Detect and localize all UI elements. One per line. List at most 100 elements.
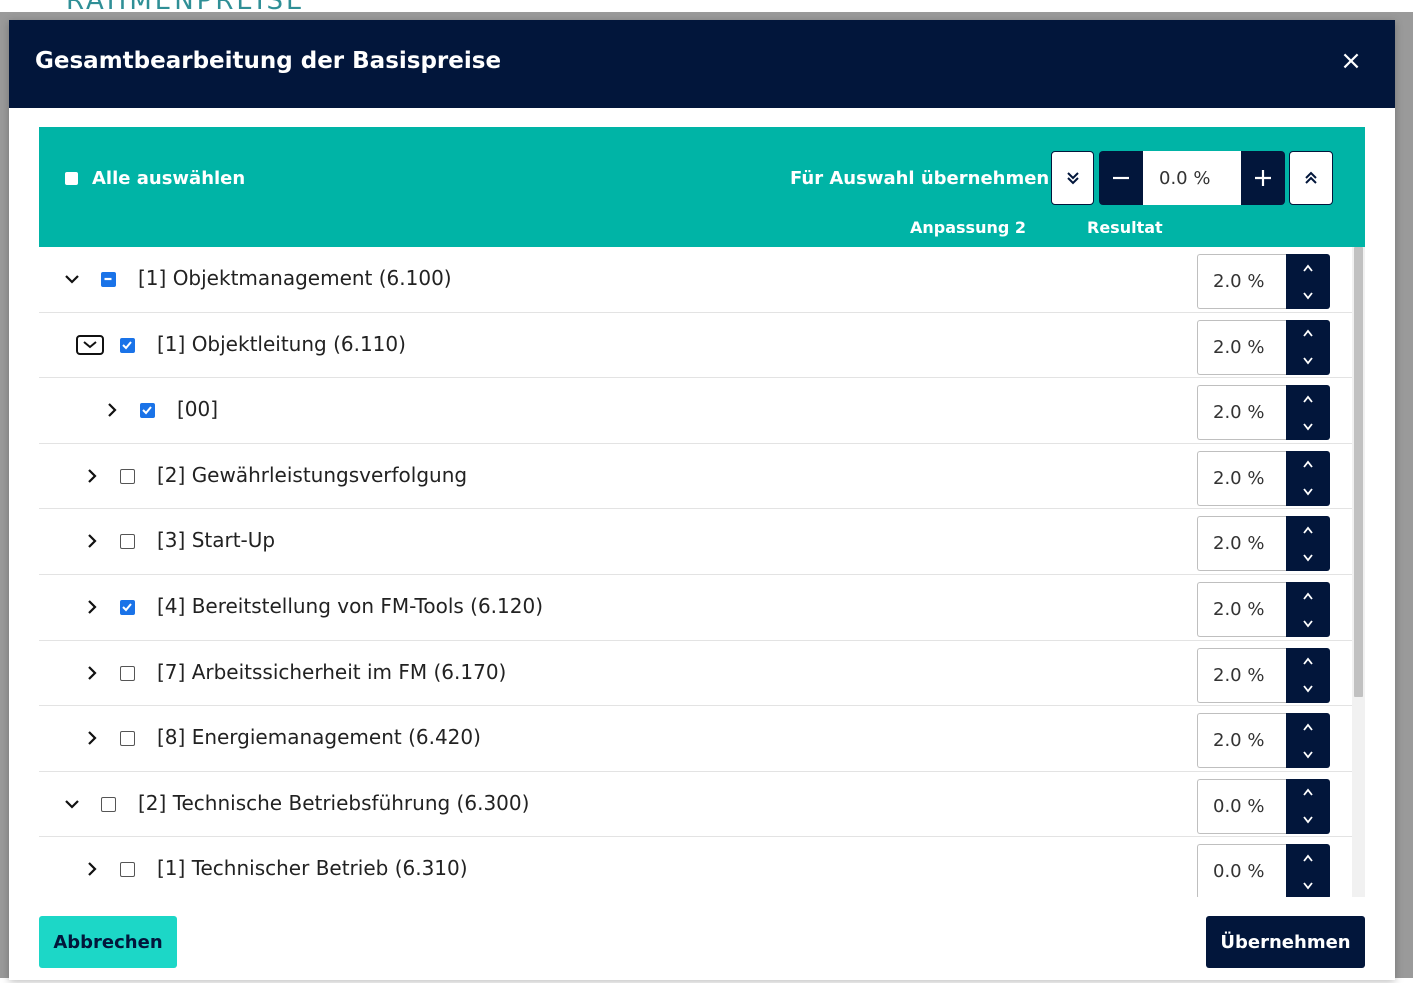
stepper-buttons <box>1286 516 1330 572</box>
chevron-down-boxed-icon[interactable] <box>76 334 104 356</box>
step-down-button[interactable] <box>1286 807 1330 834</box>
step-down-button[interactable] <box>1286 413 1330 440</box>
step-up-button[interactable] <box>1286 648 1330 675</box>
percent-input[interactable]: 2.0 % <box>1197 319 1286 375</box>
step-up-button[interactable] <box>1286 713 1330 740</box>
caret-up-icon <box>1303 460 1313 468</box>
caret-down-icon <box>1303 816 1313 824</box>
scrollbar[interactable] <box>1352 247 1365 897</box>
caret-up-icon <box>1303 395 1313 403</box>
stepper-buttons <box>1286 254 1330 309</box>
modal-title: Gesamtbearbeitung der Basispreise <box>35 48 502 74</box>
caret-up-icon <box>1303 329 1313 337</box>
percent-input[interactable]: 2.0 % <box>1197 254 1286 309</box>
caret-down-icon <box>1303 488 1313 496</box>
step-up-button[interactable] <box>1286 582 1330 609</box>
step-down-button[interactable] <box>1286 479 1330 506</box>
row-checkbox[interactable] <box>120 862 135 878</box>
percent-stepper: 0.0 % <box>1197 844 1330 897</box>
stepper-buttons <box>1286 778 1330 834</box>
percent-input[interactable]: 0.0 % <box>1197 844 1286 897</box>
percent-stepper: 2.0 % <box>1197 385 1330 441</box>
decrease-button[interactable] <box>1099 151 1143 205</box>
chevron-right-icon[interactable] <box>81 727 103 749</box>
bulk-edit-modal: Gesamtbearbeitung der Basispreise × Alle… <box>9 20 1395 980</box>
caret-down-icon <box>1303 619 1313 627</box>
row-label: [1] Technischer Betrieb (6.310) <box>157 856 468 881</box>
caret-down-icon <box>1303 357 1313 365</box>
chevron-right-icon[interactable] <box>81 596 103 618</box>
step-down-button[interactable] <box>1286 544 1330 571</box>
tree-row: [1] Objektleitung (6.110) 2.0 % <box>39 313 1352 379</box>
row-checkbox[interactable] <box>101 796 116 812</box>
step-up-button[interactable] <box>1286 254 1330 281</box>
percent-input[interactable]: 2.0 % <box>1197 647 1286 703</box>
column-header-adjustment: Anpassung 2 <box>910 218 1027 237</box>
row-label: [4] Bereitstellung von FM-Tools (6.120) <box>157 594 544 618</box>
stepper-buttons <box>1286 450 1330 506</box>
bulk-toolbar: Alle auswählen Für Auswahl übernehmen 0.… <box>39 127 1365 247</box>
chevron-down-icon[interactable] <box>61 793 83 815</box>
step-down-button[interactable] <box>1286 282 1330 309</box>
row-label: [1] Objektmanagement (6.100) <box>138 266 452 290</box>
caret-down-icon <box>1303 423 1313 431</box>
percent-input[interactable]: 2.0 % <box>1197 713 1286 769</box>
apply-up-button[interactable] <box>1289 151 1333 205</box>
checkmark-icon <box>122 340 132 350</box>
row-checkbox[interactable] <box>120 665 135 681</box>
increase-button[interactable] <box>1241 151 1285 205</box>
caret-up-icon <box>1303 657 1313 665</box>
chevron-down-icon[interactable] <box>61 268 83 290</box>
percent-stepper: 2.0 % <box>1197 647 1330 703</box>
step-up-button[interactable] <box>1286 844 1330 871</box>
step-down-button[interactable] <box>1286 348 1330 375</box>
step-down-button[interactable] <box>1286 872 1330 897</box>
adjustment-input[interactable]: 0.0 % <box>1143 151 1241 205</box>
select-all-checkbox[interactable] <box>65 172 78 185</box>
step-up-button[interactable] <box>1286 320 1330 347</box>
stepper-buttons <box>1286 582 1330 637</box>
percent-stepper: 2.0 % <box>1197 254 1330 309</box>
percent-input[interactable]: 2.0 % <box>1197 516 1286 572</box>
row-checkbox[interactable] <box>120 468 135 484</box>
scrollbar-thumb[interactable] <box>1354 247 1363 697</box>
percent-input[interactable]: 2.0 % <box>1197 450 1286 506</box>
chevron-right-icon[interactable] <box>101 399 123 421</box>
chevron-right-icon[interactable] <box>81 858 103 880</box>
chevron-right-icon[interactable] <box>81 530 103 552</box>
select-all[interactable]: Alle auswählen <box>65 168 245 189</box>
step-up-button[interactable] <box>1286 451 1330 478</box>
row-checkbox[interactable] <box>120 600 135 615</box>
caret-up-icon <box>1303 264 1313 272</box>
percent-input[interactable]: 2.0 % <box>1197 385 1286 441</box>
step-up-button[interactable] <box>1286 385 1330 412</box>
step-up-button[interactable] <box>1286 779 1330 806</box>
caret-down-icon <box>1303 554 1313 562</box>
checkmark-icon <box>142 406 152 415</box>
row-label: [2] Gewährleistungsverfolgung <box>157 462 468 487</box>
row-label: [3] Start-Up <box>157 528 276 553</box>
apply-down-button[interactable] <box>1051 151 1094 205</box>
row-checkbox[interactable] <box>120 534 135 550</box>
background-page: RAHMENPREISE <box>0 0 1413 12</box>
tree-row: [3] Start-Up 2.0 % <box>39 509 1352 575</box>
tree-row: [1] Objektmanagement (6.100) 2.0 % <box>39 247 1352 313</box>
tree-row: [7] Arbeitssicherheit im FM (6.170) 2.0 % <box>39 641 1352 707</box>
apply-button[interactable]: Übernehmen <box>1206 916 1365 968</box>
cancel-button[interactable]: Abbrechen <box>39 916 177 968</box>
row-checkbox[interactable] <box>101 272 116 287</box>
chevron-right-icon[interactable] <box>81 465 103 487</box>
step-down-button[interactable] <box>1286 741 1330 768</box>
row-checkbox[interactable] <box>120 731 135 747</box>
step-up-button[interactable] <box>1286 516 1330 543</box>
step-down-button[interactable] <box>1286 610 1330 637</box>
indeterminate-icon <box>104 277 112 281</box>
percent-input[interactable]: 2.0 % <box>1197 582 1286 637</box>
row-checkbox[interactable] <box>140 403 155 419</box>
close-icon[interactable]: × <box>1339 48 1363 74</box>
step-down-button[interactable] <box>1286 676 1330 703</box>
chevron-right-icon[interactable] <box>81 662 103 684</box>
row-checkbox[interactable] <box>120 337 135 353</box>
stepper-buttons <box>1286 385 1330 441</box>
percent-input[interactable]: 0.0 % <box>1197 778 1286 834</box>
